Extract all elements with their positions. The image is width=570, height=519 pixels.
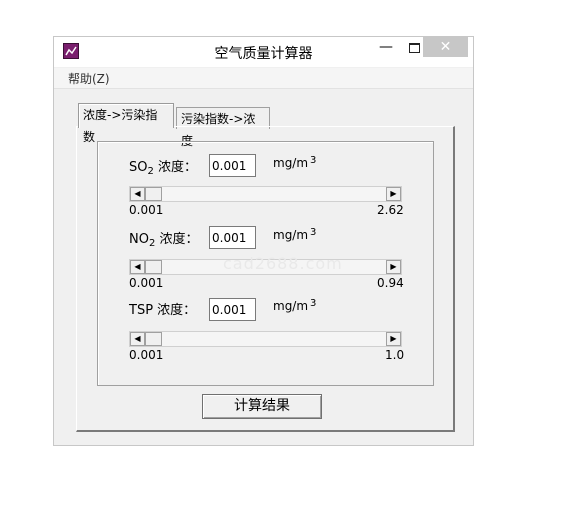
scroll-right-arrow-icon[interactable]: ▶: [386, 332, 401, 346]
menu-bar: 帮助(Z): [54, 68, 473, 89]
tsp-slider[interactable]: ◀ ▶: [129, 331, 402, 347]
so2-min-value: 0.001: [129, 203, 164, 217]
tsp-unit-sup: 3: [310, 298, 317, 309]
tsp-unit: mg/m 3: [273, 298, 317, 313]
so2-label-suffix: 浓度：: [153, 160, 197, 175]
maximize-icon: [408, 42, 420, 53]
so2-slider-thumb[interactable]: [145, 187, 162, 201]
tsp-label-name: TSP: [129, 303, 154, 318]
no2-concentration-input[interactable]: [209, 226, 256, 249]
watermark: cad2688.com: [223, 254, 343, 273]
scroll-right-arrow-icon[interactable]: ▶: [386, 187, 401, 201]
so2-max-value: 2.62: [377, 203, 404, 217]
so2-unit-text: mg/m: [273, 156, 309, 170]
scroll-left-arrow-icon[interactable]: ◀: [130, 187, 145, 201]
no2-unit: mg/m 3: [273, 227, 317, 242]
so2-label: SO2 浓度：: [129, 156, 197, 177]
no2-min-value: 0.001: [129, 276, 164, 290]
so2-slider[interactable]: ◀ ▶: [129, 186, 402, 202]
no2-unit-text: mg/m: [273, 228, 309, 242]
so2-unit-sup: 3: [310, 155, 317, 166]
no2-max-value: 0.94: [377, 276, 404, 290]
minimize-button[interactable]: —: [374, 37, 398, 57]
tsp-min-value: 0.001: [129, 348, 164, 362]
no2-slider-thumb[interactable]: [145, 260, 162, 274]
scroll-left-arrow-icon[interactable]: ◀: [130, 332, 145, 346]
close-button[interactable]: ✕: [423, 37, 468, 57]
title-bar[interactable]: 空气质量计算器 — ✕: [54, 37, 473, 67]
no2-label: NO2 浓度：: [129, 228, 198, 249]
so2-concentration-input[interactable]: [209, 154, 256, 177]
tsp-slider-thumb[interactable]: [145, 332, 162, 346]
no2-label-suffix: 浓度：: [155, 232, 199, 247]
no2-label-name: NO: [129, 232, 149, 247]
tsp-label: TSP 浓度：: [129, 299, 196, 318]
tsp-concentration-input[interactable]: [209, 298, 256, 321]
scroll-left-arrow-icon[interactable]: ◀: [130, 260, 145, 274]
so2-label-name: SO: [129, 160, 148, 175]
tsp-unit-text: mg/m: [273, 299, 309, 313]
tab-concentration-to-index[interactable]: 浓度->污染指数: [78, 103, 174, 144]
so2-unit: mg/m 3: [273, 155, 317, 170]
no2-unit-sup: 3: [310, 227, 317, 238]
menu-item-help[interactable]: 帮助(Z): [68, 70, 110, 87]
app-window: 空气质量计算器 — ✕ 帮助(Z) 浓度->污染指数 污染指数->浓度 SO2 …: [53, 36, 474, 446]
calculate-button[interactable]: 计算结果: [202, 394, 322, 419]
tsp-max-value: 1.0: [385, 348, 405, 362]
tsp-label-suffix: 浓度：: [153, 303, 197, 318]
scroll-right-arrow-icon[interactable]: ▶: [386, 260, 401, 274]
